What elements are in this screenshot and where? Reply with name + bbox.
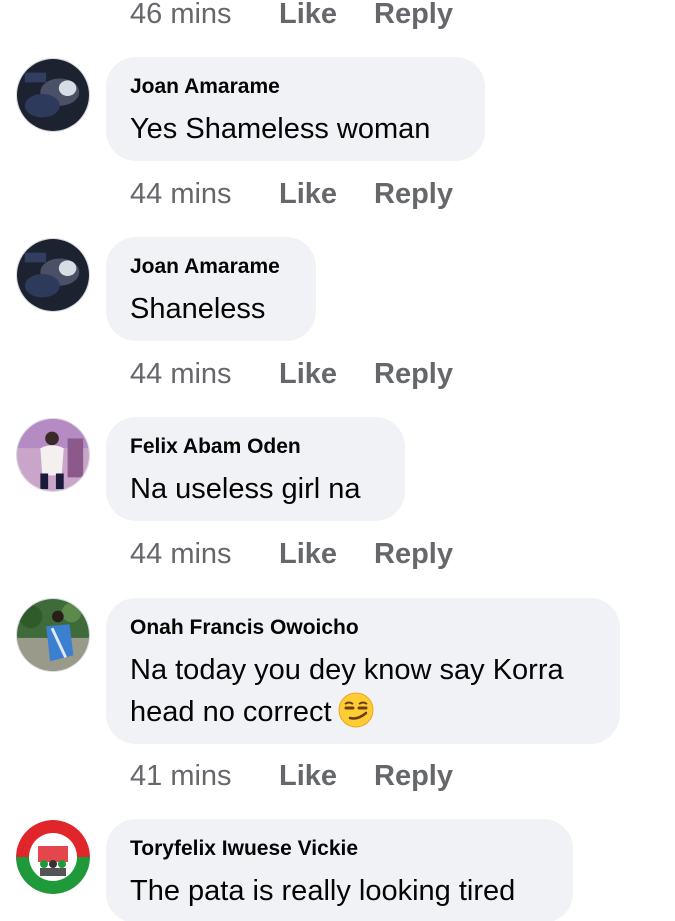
comment-bubble[interactable]: Onah Francis Owoicho Na today you dey kn…	[106, 598, 620, 744]
reply-button[interactable]: Reply	[374, 358, 453, 391]
comment-author[interactable]: Onah Francis Owoicho	[130, 616, 596, 640]
comment-text: Shaneless	[130, 293, 266, 325]
avatar[interactable]	[16, 238, 90, 312]
avatar[interactable]	[16, 598, 90, 672]
comment-text-line: Na today you dey know say Korra	[130, 654, 564, 686]
avatar[interactable]	[16, 58, 90, 132]
comment-author[interactable]: Joan Amarame	[130, 255, 292, 279]
reply-button[interactable]: Reply	[374, 760, 453, 793]
comment-meta-row: 46 mins Like Reply	[130, 0, 453, 34]
comment-author[interactable]: Felix Abam Oden	[130, 435, 381, 459]
comment-meta-row: 44 mins Like Reply	[130, 354, 453, 394]
comment-bubble[interactable]: Joan Amarame Shaneless	[106, 237, 316, 341]
avatar[interactable]	[16, 820, 90, 894]
comment-meta-row: 44 mins Like Reply	[130, 534, 453, 574]
like-button[interactable]: Like	[279, 0, 374, 31]
comment-author[interactable]: Toryfelix Iwuese Vickie	[130, 837, 549, 861]
comment-author[interactable]: Joan Amarame	[130, 75, 461, 99]
person-photo-icon	[17, 239, 89, 311]
comment-timestamp: 41 mins	[130, 759, 232, 792]
comment-bubble[interactable]: Joan Amarame Yes Shameless woman	[106, 57, 485, 161]
comment-text: Na today you dey know say Korra head no …	[130, 649, 596, 733]
like-button[interactable]: Like	[279, 538, 374, 571]
comment-text: Na useless girl na	[130, 473, 361, 505]
comment-timestamp: 44 mins	[130, 177, 232, 210]
comment-text: The pata is really looking tired	[130, 875, 516, 907]
comment-meta-row: 44 mins Like Reply	[130, 174, 453, 214]
comment-bubble[interactable]: Toryfelix Iwuese Vickie The pata is real…	[106, 819, 573, 921]
smirking-face-emoji-icon	[338, 692, 374, 728]
reply-button[interactable]: Reply	[374, 0, 453, 31]
like-button[interactable]: Like	[279, 760, 374, 793]
person-photo-icon	[17, 419, 89, 491]
person-photo-icon	[17, 599, 89, 671]
comment-timestamp: 44 mins	[130, 357, 232, 390]
labour-party-logo-icon	[16, 820, 90, 894]
comment-text: Yes Shameless woman	[130, 113, 431, 145]
comment-timestamp: 46 mins	[130, 0, 232, 30]
avatar[interactable]	[16, 418, 90, 492]
reply-button[interactable]: Reply	[374, 178, 453, 211]
like-button[interactable]: Like	[279, 358, 374, 391]
comment-meta-row: 41 mins Like Reply	[130, 756, 453, 796]
comment-text-line: head no correct	[130, 696, 332, 728]
comment-bubble[interactable]: Felix Abam Oden Na useless girl na	[106, 417, 405, 521]
comment-timestamp: 44 mins	[130, 537, 232, 570]
reply-button[interactable]: Reply	[374, 538, 453, 571]
person-photo-icon	[17, 59, 89, 131]
like-button[interactable]: Like	[279, 178, 374, 211]
